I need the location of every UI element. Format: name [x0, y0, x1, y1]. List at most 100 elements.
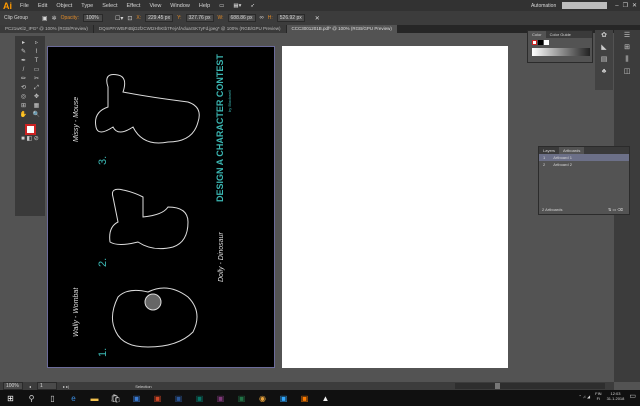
shape-builder-tool-icon[interactable]: ◎	[17, 93, 30, 102]
align-icon[interactable]: ☐▾	[115, 15, 123, 22]
drawing-modes-icon[interactable]: ■ ◧ ⊘	[17, 135, 43, 142]
artboard-1[interactable]: Missy - Mouse Wally - Wombat Dolly - Din…	[47, 46, 275, 368]
artboard-count: 2 Artboards	[542, 207, 563, 212]
properties-icon[interactable]: ☰	[614, 30, 640, 42]
publisher-icon[interactable]: ▣	[189, 394, 210, 403]
artboard-row[interactable]: 2 Artboard 2	[539, 161, 629, 168]
tab-layers[interactable]: Layers	[539, 147, 559, 154]
illustrator-icon[interactable]: ▣	[294, 394, 315, 403]
artboard-actions[interactable]: ⇅ ▭ ⌫	[608, 205, 623, 214]
artboard-2[interactable]	[282, 46, 508, 368]
search-input[interactable]	[562, 2, 608, 9]
menu-object[interactable]: Object	[56, 3, 72, 9]
file-explorer-icon[interactable]: ▬	[84, 394, 105, 403]
none-swatch[interactable]	[532, 40, 537, 45]
onenote-icon[interactable]: ▣	[210, 394, 231, 403]
lasso-tool-icon[interactable]: ⌇	[30, 48, 43, 57]
h-field[interactable]: 526.92 px	[276, 14, 305, 22]
restore-button[interactable]: ❐	[623, 2, 628, 9]
menu-window[interactable]: Window	[170, 3, 190, 9]
artboard-nav[interactable]: ◂	[29, 384, 31, 389]
outlook-icon[interactable]: ▣	[126, 394, 147, 403]
symbols-panel-icon[interactable]: ◣	[595, 42, 613, 54]
name-dolly: Dolly - Dinosaur	[218, 232, 225, 282]
arrange-documents-icon[interactable]: ▦▾	[233, 3, 241, 9]
rotate-tool-icon[interactable]: ⟲	[17, 84, 30, 93]
start-icon[interactable]: ⊞	[0, 394, 21, 403]
hand-tool-icon[interactable]: ✋	[17, 111, 30, 120]
perspective-tool-icon[interactable]: ✥	[30, 93, 43, 102]
appearance-panel-icon[interactable]: ♣	[595, 66, 613, 78]
photoshop-icon[interactable]: ▣	[273, 394, 294, 403]
black-swatch[interactable]	[538, 40, 543, 45]
zoom-level[interactable]: 100%	[3, 382, 23, 390]
tab-document-3[interactable]: CCC3001201B.pdf* @ 100% (RGB/GPU Preview…	[286, 25, 397, 33]
type-tool-icon[interactable]: T	[30, 57, 43, 66]
rectangle-tool-icon[interactable]: ▭	[30, 66, 43, 75]
notifications-icon[interactable]: ▭	[629, 392, 636, 400]
align-panel-icon[interactable]: ⫼	[614, 54, 640, 66]
word-icon[interactable]: ▣	[168, 394, 189, 403]
scissors-tool-icon[interactable]: ✂	[30, 75, 43, 84]
tab-color-guide[interactable]: Color Guide	[546, 31, 575, 38]
pen-tool-icon[interactable]: ✒	[17, 57, 30, 66]
menu-effect[interactable]: Effect	[127, 3, 141, 9]
gpu-rocket-icon[interactable]: ➶	[250, 3, 255, 9]
x-field[interactable]: 229.45 px	[145, 14, 174, 22]
artboard-number-field[interactable]: 1	[37, 382, 58, 390]
minimize-button[interactable]: –	[615, 3, 618, 9]
opacity-label[interactable]: Opacity:	[61, 15, 79, 21]
direct-selection-tool-icon[interactable]: ▹	[30, 39, 43, 48]
transform-panel-icon[interactable]: ⊞	[614, 42, 640, 54]
menu-help[interactable]: Help	[199, 3, 210, 9]
menu-select[interactable]: Select	[102, 3, 117, 9]
store-icon[interactable]: 🛍	[105, 394, 126, 403]
pathfinder-icon[interactable]: ◫	[614, 66, 640, 78]
menu-file[interactable]: File	[20, 3, 29, 9]
edge-icon[interactable]: e	[63, 394, 84, 403]
tray-icons[interactable]: ⌃ ♫ ◢	[578, 394, 590, 399]
color-ramp[interactable]	[532, 48, 590, 56]
menu-edit[interactable]: Edit	[38, 3, 47, 9]
menu-type[interactable]: Type	[81, 3, 93, 9]
tab-artboards[interactable]: Artboards	[559, 147, 585, 154]
w-field[interactable]: 688.86 px	[227, 14, 256, 22]
transform-icon[interactable]: ✕	[315, 15, 320, 22]
selection-tool-icon[interactable]: ▸	[17, 39, 30, 48]
mesh-tool-icon[interactable]: ⊞	[17, 102, 30, 111]
workspace-switcher[interactable]: Automation	[531, 3, 556, 9]
stroke-swatch[interactable]: ▣	[42, 15, 48, 22]
artboard-name: Artboard 1	[553, 155, 572, 160]
close-button[interactable]: ✕	[632, 2, 637, 9]
pencil-tool-icon[interactable]: ✏	[17, 75, 30, 84]
y-field[interactable]: 327.76 px	[185, 14, 214, 22]
task-view-icon[interactable]: ▯	[42, 394, 63, 403]
clock-date[interactable]: 31.1.2018	[607, 396, 625, 401]
tab-color[interactable]: Color	[528, 31, 546, 38]
tab-document-2[interactable]: DQmPFrWt5P4BjD2fzCWt2HhKtb7FejAfAduarSK7…	[93, 25, 286, 33]
artboard-nav-next[interactable]: ▸ ▸|	[63, 384, 69, 389]
opacity-field[interactable]: 100%	[82, 14, 103, 22]
bridge-icon[interactable]: ▭	[219, 3, 224, 9]
windows-taskbar: ⊞ ⚲ ▯ e ▬ 🛍 ▣ ▣ ▣ ▣ ▣ ▣ ◉ ▣ ▣ ▲ ⌃ ♫ ◢ FI…	[0, 390, 640, 406]
horizontal-scrollbar[interactable]	[455, 383, 605, 389]
excel-icon[interactable]: ▣	[231, 394, 252, 403]
scale-tool-icon[interactable]: ⤢	[30, 84, 43, 93]
menu-view[interactable]: View	[149, 3, 161, 9]
reference-point-icon[interactable]: ⊡	[127, 15, 132, 22]
photos-icon[interactable]: ▲	[315, 394, 336, 403]
line-tool-icon[interactable]: /	[17, 66, 30, 75]
artboard-row[interactable]: 1 Artboard 1	[539, 154, 629, 161]
recolor-icon[interactable]: ✲	[52, 15, 57, 22]
search-icon[interactable]: ⚲	[21, 394, 42, 403]
white-swatch[interactable]	[544, 40, 549, 45]
constrain-link-icon[interactable]: ∞	[260, 15, 264, 21]
chrome-icon[interactable]: ◉	[252, 394, 273, 403]
graph-tool-icon[interactable]: ▦	[30, 102, 43, 111]
powerpoint-icon[interactable]: ▣	[147, 394, 168, 403]
graphic-styles-icon[interactable]: ▤	[595, 54, 613, 66]
zoom-tool-icon[interactable]: 🔍	[30, 111, 43, 120]
tab-document-1[interactable]: PC21wKl2_IPG* @ 100% (RGB/Preview)	[0, 25, 93, 33]
brushes-panel-icon[interactable]: ✿	[595, 30, 613, 42]
magic-wand-tool-icon[interactable]: ✎	[17, 48, 30, 57]
